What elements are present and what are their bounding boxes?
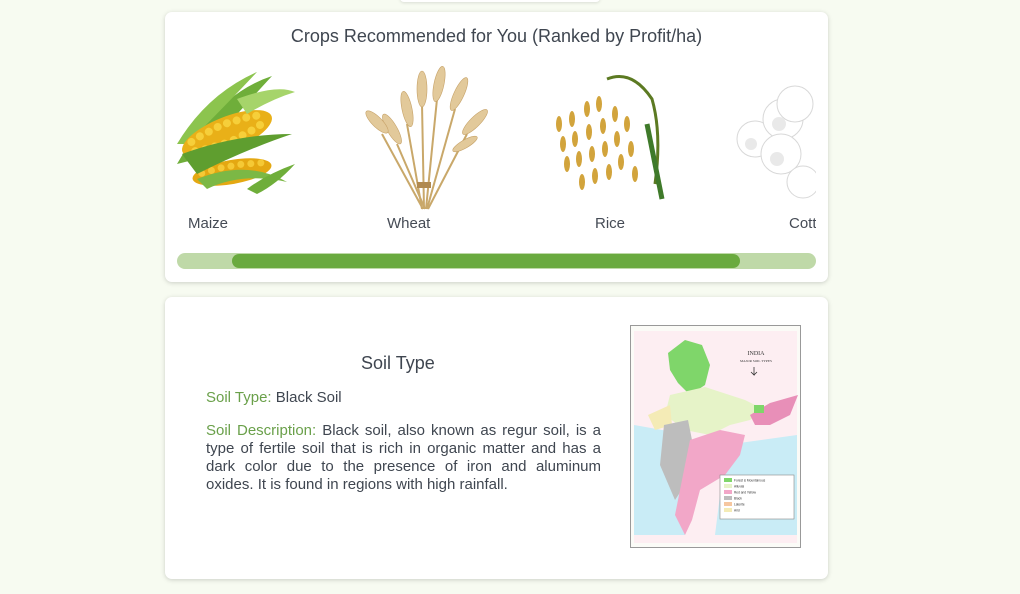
- crops-title: Crops Recommended for You (Ranked by Pro…: [290, 26, 703, 46]
- india-soil-map: Forest & Mountainous Alluvial Red and Ye…: [630, 325, 801, 548]
- soil-title: Soil Type: [361, 353, 435, 373]
- map-legend-forest: Forest & Mountainous: [734, 479, 766, 483]
- previous-card-edge: [400, 0, 600, 2]
- map-legend-laterite: Laterite: [734, 503, 745, 507]
- crop-label-maize: Maize: [188, 215, 229, 232]
- crop-label-cotton: Cott: [789, 215, 816, 232]
- soil-type-line: Soil Type: Black Soil: [206, 389, 342, 406]
- crops-recommended-card: Crops Recommended for You (Ranked by Pro…: [165, 12, 828, 282]
- crop-label-rice: Rice: [595, 215, 626, 232]
- soil-description: Soil Description: Black soil, also known…: [206, 422, 601, 494]
- crop-item-wheat[interactable]: Wheat: [337, 64, 537, 244]
- soil-type-label: Soil Type:: [206, 389, 272, 406]
- carousel-scrollbar[interactable]: [177, 253, 816, 269]
- crop-item-cotton[interactable]: Cott: [733, 64, 816, 244]
- map-title: INDIA: [748, 351, 766, 357]
- map-legend-arid: Arid: [734, 509, 740, 513]
- rice-image: [556, 75, 665, 200]
- map-subtitle: MAJOR SOIL TYPES: [740, 359, 772, 363]
- wheat-image: [365, 66, 488, 210]
- soil-description-label: Soil Description:: [206, 422, 317, 439]
- crop-label-wheat: Wheat: [387, 215, 431, 232]
- soil-type-value: Black Soil: [275, 389, 342, 406]
- map-legend-red: Red and Yellow: [734, 491, 757, 495]
- map-legend-black: Black: [734, 497, 742, 501]
- crop-item-rice[interactable]: Rice: [537, 64, 737, 244]
- cotton-image: [736, 85, 816, 199]
- soil-type-card: Soil Type Soil Type: Black Soil Soil Des…: [165, 297, 828, 579]
- carousel-scrollbar-thumb[interactable]: [232, 254, 740, 268]
- crop-carousel[interactable]: Maize Wheat Rice Cott: [177, 64, 816, 244]
- map-legend-alluvial: Alluvial: [734, 485, 744, 489]
